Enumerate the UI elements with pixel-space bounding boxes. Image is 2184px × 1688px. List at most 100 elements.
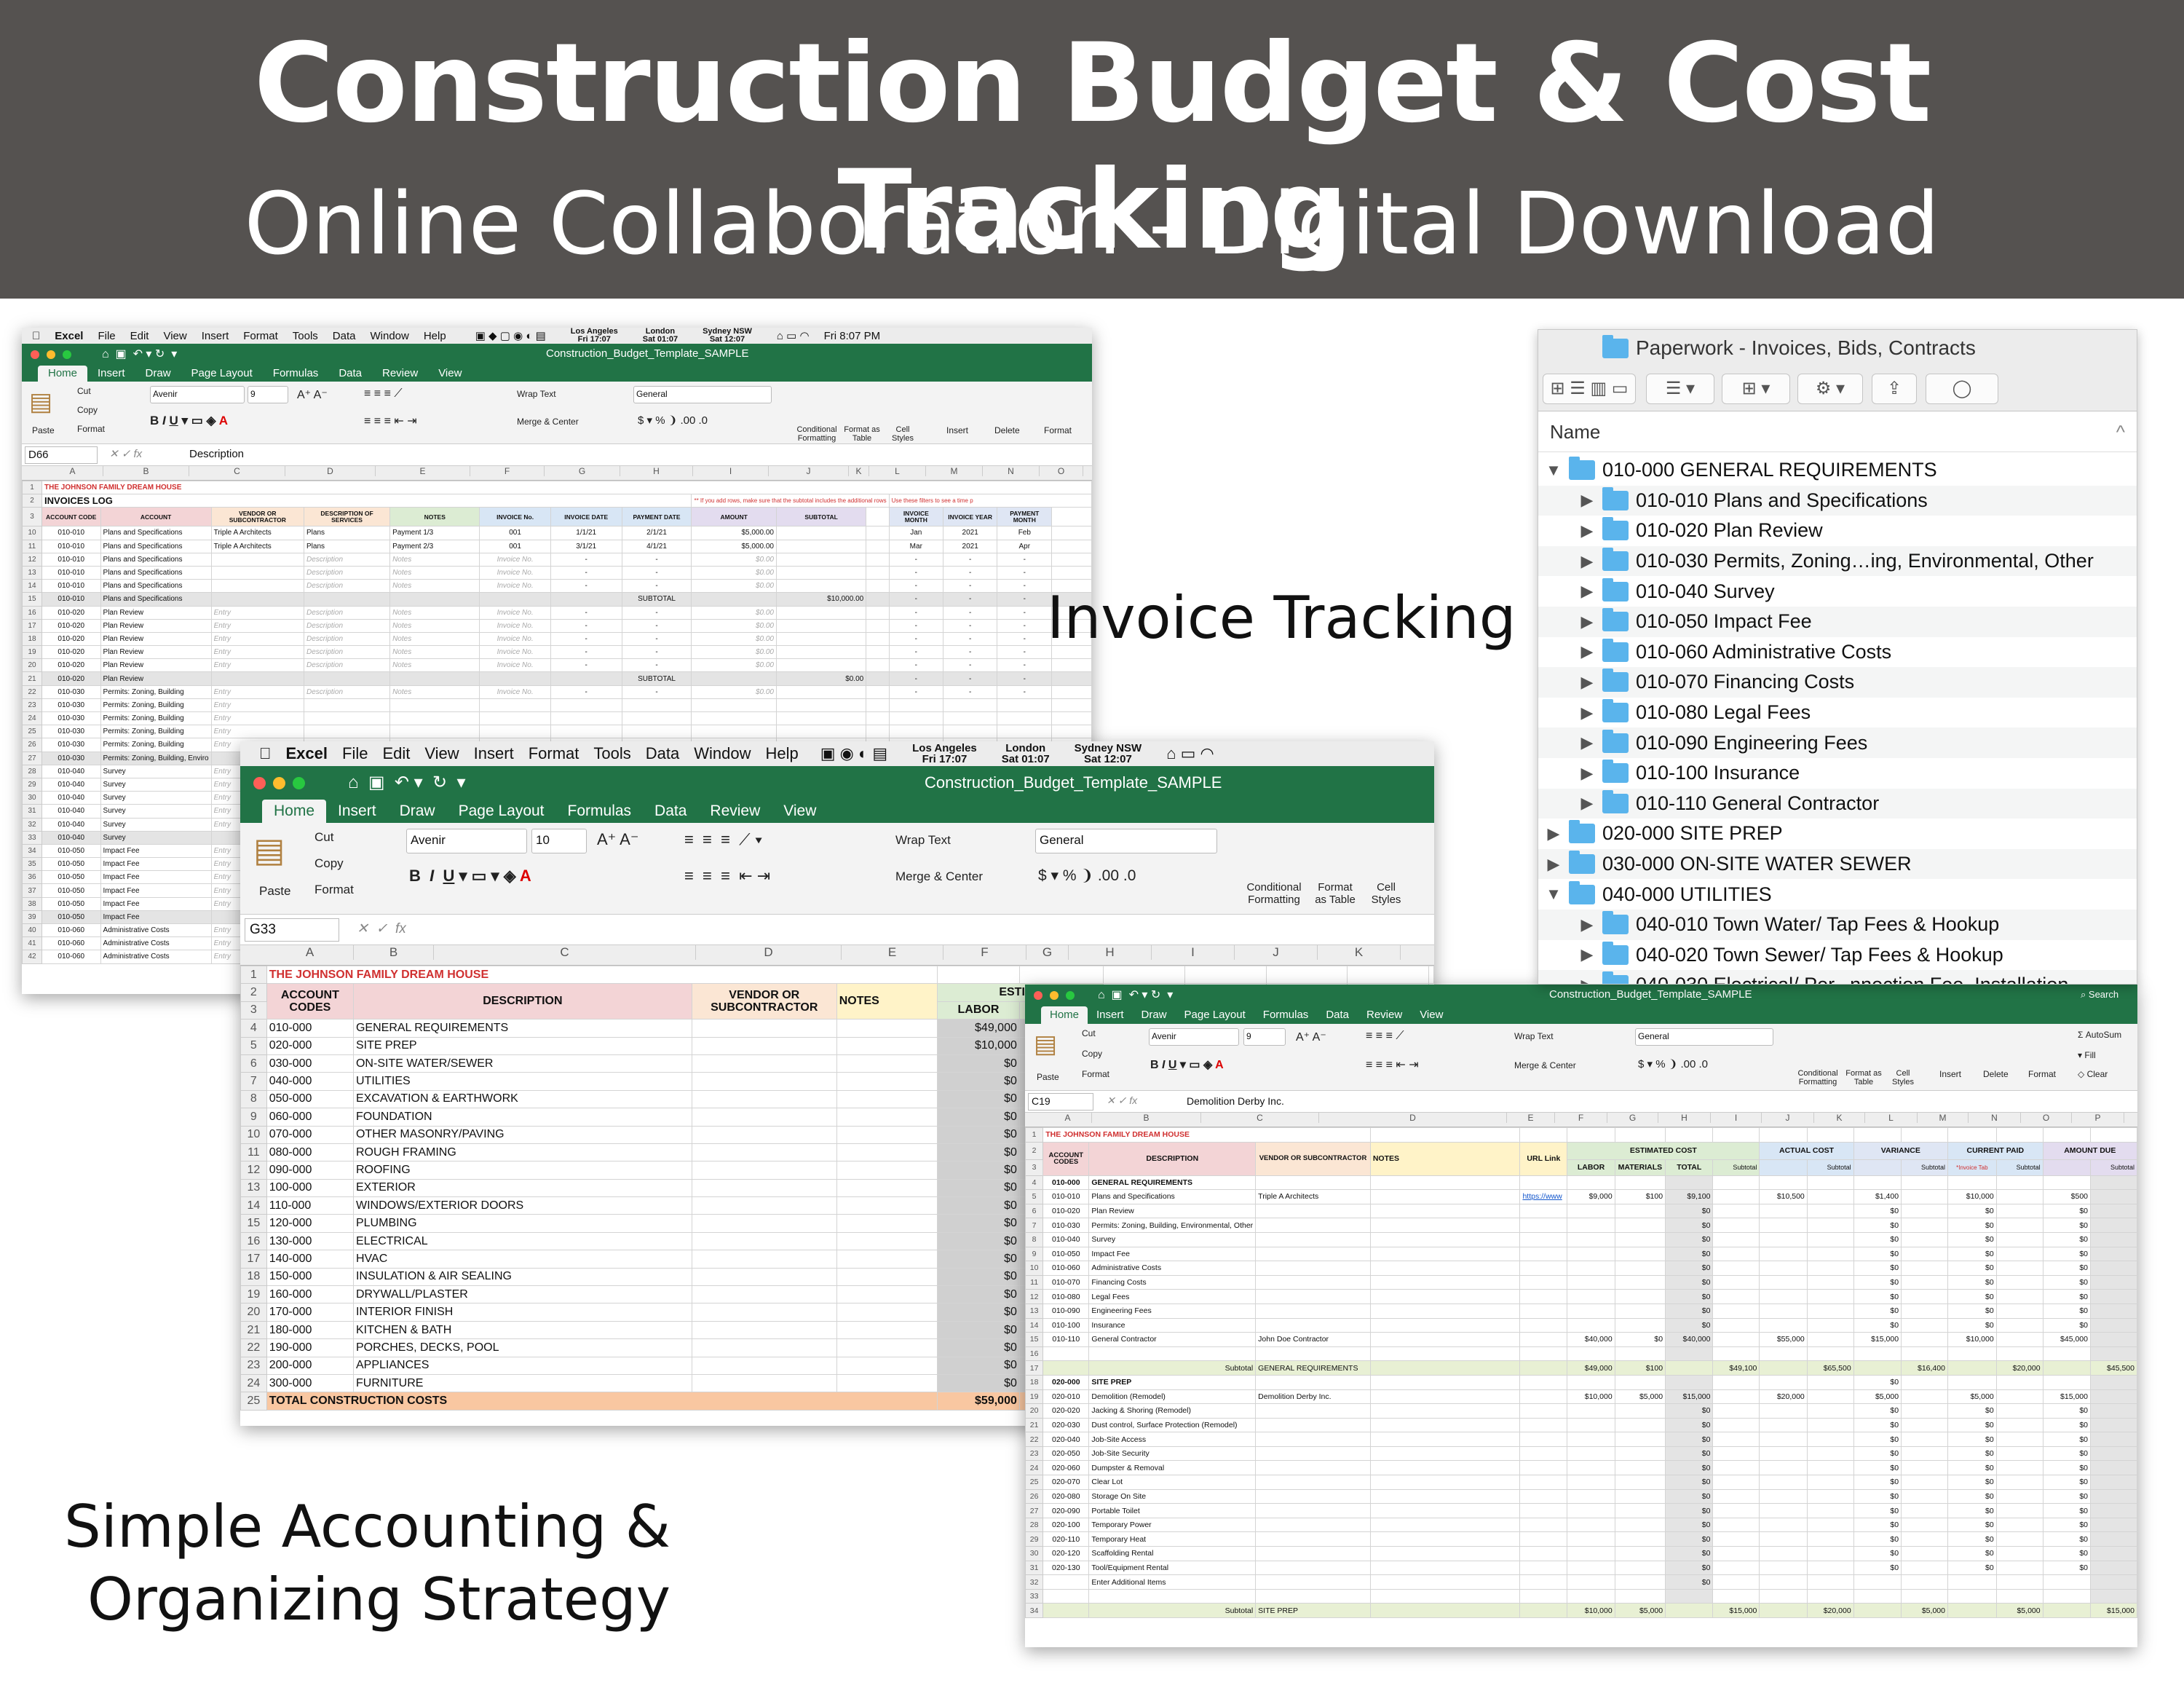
name-box[interactable]: C19 [1028,1093,1093,1111]
menu-item[interactable]: View [163,330,186,342]
merge-center-button[interactable]: Merge & Center [517,417,579,427]
column-header[interactable]: G [1026,945,1069,960]
insert-button[interactable]: Insert [946,425,968,435]
column-header[interactable]: E [1507,1113,1555,1123]
number-buttons[interactable]: $ ▾ % ❩ .00 .0 [638,414,708,427]
column-header[interactable]: I [1152,945,1235,960]
font-name-select[interactable]: Avenir [150,386,245,403]
conditional-formatting-button[interactable]: Conditional Formatting [1239,881,1309,907]
finder-row[interactable]: ▶ 040-030 Electrical/ Per...nnection Fee,… [1538,970,2137,984]
column-header[interactable]: J [1762,1113,1814,1123]
format-button[interactable]: Format [1044,425,1072,435]
menu-item[interactable]: Tools [593,744,630,763]
tab-page-layout[interactable]: Page Layout [181,366,263,382]
format-as-table-button[interactable]: Format as Table [1312,881,1358,907]
merge-center-button[interactable]: Merge & Center [895,869,983,884]
disclosure-closed-icon[interactable]: ▶ [1546,855,1562,874]
column-header[interactable]: J [769,466,849,476]
name-column-header[interactable]: Name ^ [1538,411,2137,452]
disclosure-closed-icon[interactable]: ▶ [1579,733,1595,752]
finder-row[interactable]: ▼ 040-000 UTILITIES [1538,879,2137,910]
alignment-buttons-2[interactable]: ≡ ≡ ≡ ⇤ ⇥ [684,867,770,886]
tab-insert[interactable]: Insert [326,800,388,823]
font-size-buttons[interactable]: A⁺ A⁻ [1296,1030,1326,1044]
paste-button[interactable]: Paste [32,425,55,435]
number-format-select[interactable]: General [1035,829,1217,853]
alignment-buttons[interactable]: ≡ ≡ ≡ ⟋ ▾ [684,830,762,849]
font-name-select[interactable]: Avenir [1149,1028,1239,1046]
column-header[interactable]: D [1319,1113,1507,1123]
finder-row[interactable]: ▶ 040-020 Town Sewer/ Tap Fees & Hookup [1538,940,2137,971]
disclosure-closed-icon[interactable]: ▶ [1579,491,1595,510]
wifi-icon[interactable]: ⌂ ▭ ◠ [1166,744,1214,763]
clear-button[interactable]: ◇ Clear [2078,1069,2108,1079]
wrap-text-button[interactable]: Wrap Text [895,833,951,848]
tab-formulas[interactable]: Formulas [556,800,644,823]
disclosure-closed-icon[interactable]: ▶ [1579,976,1595,984]
menu-item[interactable]: Help [424,330,446,342]
delete-button[interactable]: Delete [1983,1069,2009,1079]
copy-button[interactable]: Copy [314,856,344,871]
tab-draw[interactable]: Draw [135,366,181,382]
tab-review[interactable]: Review [1358,1006,1411,1024]
tab-view[interactable]: View [1411,1006,1452,1024]
tab-home[interactable]: Home [262,800,327,823]
disclosure-closed-icon[interactable]: ▶ [1579,552,1595,571]
wifi-icon[interactable]: ⌂ ▭ ◠ [777,329,810,342]
menu-item[interactable]: Window [694,744,751,763]
menu-item[interactable]: Window [370,330,408,342]
column-header[interactable]: B [1092,1113,1201,1123]
font-size-select[interactable]: 9 [248,386,288,403]
fill-button[interactable]: ▾ Fill [2078,1050,2096,1060]
number-format-select[interactable]: General [633,386,772,403]
copy-button[interactable]: Copy [1082,1049,1102,1059]
finder-row[interactable]: ▶ 040-010 Town Water/ Tap Fees & Hookup [1538,910,2137,940]
menu-item[interactable]: View [424,744,459,763]
column-header[interactable]: B [354,945,434,960]
tab-home[interactable]: Home [38,366,88,382]
cut-button[interactable]: Cut [314,830,333,845]
tab-page-layout[interactable]: Page Layout [1176,1006,1254,1024]
font-size-select[interactable]: 10 [531,829,587,853]
column-header[interactable]: F [943,945,1026,960]
font-size-buttons[interactable]: A⁺ A⁻ [297,387,328,402]
cut-button[interactable]: Cut [77,386,91,396]
disclosure-closed-icon[interactable]: ▶ [1579,915,1595,934]
menu-item[interactable]: File [98,330,115,342]
column-header[interactable]: L [869,466,926,476]
column-header[interactable]: K [1318,945,1401,960]
menu-item[interactable]: Format [243,330,278,342]
menu-item[interactable]: Data [646,744,679,763]
column-header[interactable]: O [2021,1113,2072,1123]
tab-formulas[interactable]: Formulas [1254,1006,1318,1024]
cell-styles-button[interactable]: Cell Styles [885,425,920,443]
wrap-text-button[interactable]: Wrap Text [517,389,556,399]
merge-center-button[interactable]: Merge & Center [1514,1060,1576,1070]
column-header[interactable]: D [696,945,842,960]
autosum-button[interactable]: Σ AutoSum [2078,1030,2121,1040]
format-painter-button[interactable]: Format [314,883,354,897]
conditional-formatting-button[interactable]: Conditional Formatting [794,425,840,443]
gear-icon[interactable]: ⚙ ▾ [1797,374,1863,404]
menu-item[interactable]: Tools [293,330,318,342]
column-header[interactable]: M [1918,1113,1969,1123]
column-header[interactable]: A [42,466,103,476]
tab-data[interactable]: Data [328,366,372,382]
arrange-button[interactable]: ⊞ ▾ [1722,374,1790,404]
column-header[interactable]: A [266,945,354,960]
bold-italic-underline[interactable]: B I U ▾ ▭ ◈ A [1150,1057,1224,1072]
view-mode-buttons[interactable]: ⊞ ☰ ▥ ▭ [1543,374,1636,404]
group-by-button[interactable]: ☰ ▾ [1646,374,1714,404]
column-header[interactable]: M [926,466,983,476]
quick-access-icons[interactable]: ⌂ ▣ ↶ ▾ ↻ ▾ [102,347,177,361]
formula-input[interactable]: Description [189,448,244,460]
menu-item[interactable]: File [342,744,368,763]
finder-row[interactable]: ▶ 020-000 SITE PREP [1538,819,2137,849]
font-size-buttons[interactable]: A⁺ A⁻ [597,830,638,849]
disclosure-closed-icon[interactable]: ▶ [1579,764,1595,783]
quick-access-icons[interactable]: ⌂ ▣ ↶ ▾ ↻ ▾ [348,772,466,793]
finder-row[interactable]: ▶ 010-080 Legal Fees [1538,698,2137,728]
column-header[interactable]: H [1658,1113,1711,1123]
tab-view[interactable]: View [428,366,472,382]
column-header[interactable]: C [434,945,696,960]
